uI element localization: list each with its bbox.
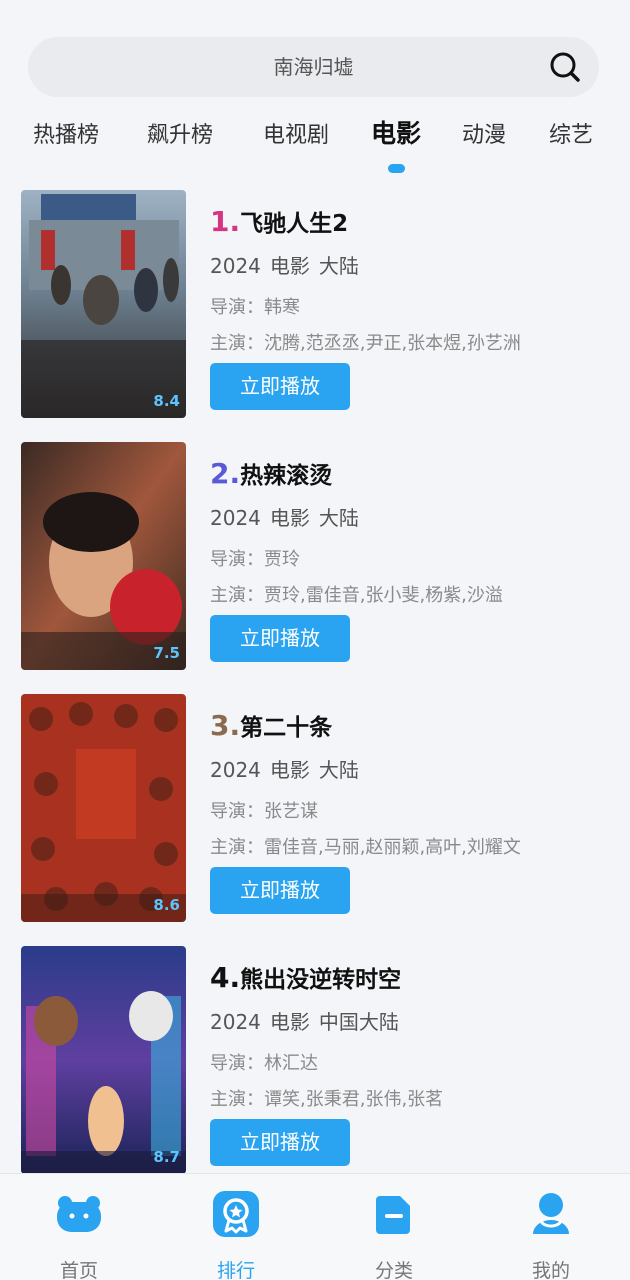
category-tabs: 热播榜 飙升榜 电视剧 电影 动漫 综艺: [0, 118, 630, 178]
nav-ranking[interactable]: 排行: [186, 1190, 286, 1280]
director-name: 韩寒: [264, 297, 300, 318]
bottom-navigation: 首页 排行 分类 我的: [0, 1173, 630, 1280]
director-name: 林汇达: [264, 1053, 318, 1074]
nav-label: 我的: [531, 1260, 570, 1280]
search-bar[interactable]: 南海归墟: [28, 37, 599, 97]
tab-movie[interactable]: 电影: [371, 116, 421, 152]
movie-year: 2024: [210, 1010, 261, 1034]
list-item[interactable]: 8.7 4.熊出没逆转时空 2024 电影 中国大陆 导演：林汇达 主演：谭笑,张秉…: [0, 946, 630, 1174]
movie-director: 导演：林汇达: [210, 1049, 318, 1075]
rank-number: 1.: [210, 205, 241, 238]
cast-label: 主演：: [210, 333, 264, 354]
movie-type: 电影: [269, 758, 310, 782]
cast-label: 主演：: [210, 585, 264, 606]
rank-number: 3.: [210, 709, 241, 742]
movie-meta: 2024 电影 大陆: [210, 250, 368, 279]
movie-poster[interactable]: 8.7: [21, 946, 186, 1174]
movie-region: 中国大陆: [318, 1010, 399, 1034]
play-button[interactable]: 立即播放: [210, 867, 350, 914]
tab-hot[interactable]: 热播榜: [33, 118, 99, 154]
movie-cast: 主演：雷佳音,马丽,赵丽颖,高叶,刘耀文: [210, 833, 521, 859]
list-item[interactable]: 7.5 2.热辣滚烫 2024 电影 大陆 导演：贾玲 主演：贾玲,雷佳音,张小斐,…: [0, 442, 630, 670]
movie-region: 大陆: [318, 254, 359, 278]
movie-type: 电影: [269, 254, 310, 278]
nav-label: 分类: [374, 1260, 413, 1280]
search-icon[interactable]: [549, 51, 581, 83]
movie-meta: 2024 电影 大陆: [210, 502, 368, 531]
movie-type: 电影: [269, 1010, 310, 1034]
category-icon: [376, 1196, 410, 1234]
movie-title[interactable]: 第二十条: [240, 715, 332, 741]
director-name: 张艺谋: [264, 801, 318, 822]
movie-meta: 2024 电影 中国大陆: [210, 1006, 408, 1035]
cast-names: 谭笑,张秉君,张伟,张茗: [264, 1089, 444, 1110]
score-badge: 8.7: [153, 1148, 180, 1166]
list-item[interactable]: 8.6 3.第二十条 2024 电影 大陆 导演：张艺谋 主演：雷佳音,马丽,赵丽颖…: [0, 694, 630, 922]
rank-number: 4.: [210, 961, 241, 994]
play-button[interactable]: 立即播放: [210, 363, 350, 410]
cast-names: 贾玲,雷佳音,张小斐,杨紫,沙溢: [264, 585, 503, 606]
cast-names: 沈腾,范丞丞,尹正,张本煜,孙艺洲: [264, 333, 521, 354]
play-button[interactable]: 立即播放: [210, 1119, 350, 1166]
score-badge: 7.5: [153, 644, 180, 662]
director-label: 导演：: [210, 801, 264, 822]
search-placeholder: 南海归墟: [273, 55, 354, 79]
play-button[interactable]: 立即播放: [210, 615, 350, 662]
rank-title: 4.熊出没逆转时空: [210, 960, 401, 1000]
ranking-badge-icon: [213, 1191, 259, 1237]
poster-image: [21, 946, 186, 1174]
movie-poster[interactable]: 7.5: [21, 442, 186, 670]
nav-label: 首页: [59, 1260, 98, 1280]
movie-director: 导演：张艺谋: [210, 797, 318, 823]
director-label: 导演：: [210, 549, 264, 570]
director-label: 导演：: [210, 1053, 264, 1074]
cast-label: 主演：: [210, 1089, 264, 1110]
movie-poster[interactable]: 8.4: [21, 190, 186, 418]
score-badge: 8.4: [153, 392, 180, 410]
movie-director: 导演：贾玲: [210, 545, 300, 571]
director-name: 贾玲: [264, 549, 300, 570]
movie-cast: 主演：谭笑,张秉君,张伟,张茗: [210, 1085, 443, 1111]
movie-poster[interactable]: 8.6: [21, 694, 186, 922]
movie-year: 2024: [210, 506, 261, 530]
tab-rising[interactable]: 飙升榜: [147, 118, 213, 154]
rank-number: 2.: [210, 457, 241, 490]
poster-image: [21, 190, 186, 418]
movie-type: 电影: [269, 506, 310, 530]
cast-names: 雷佳音,马丽,赵丽颖,高叶,刘耀文: [264, 837, 521, 858]
nav-home[interactable]: 首页: [29, 1190, 129, 1280]
movie-cast: 主演：沈腾,范丞丞,尹正,张本煜,孙艺洲: [210, 329, 521, 355]
movie-region: 大陆: [318, 506, 359, 530]
movie-title[interactable]: 飞驰人生2: [240, 211, 348, 237]
home-bear-icon: [57, 1196, 101, 1232]
list-item[interactable]: 8.4 1.飞驰人生2 2024 电影 大陆 导演：韩寒 主演：沈腾,范丞丞,尹正,…: [0, 190, 630, 418]
tab-variety[interactable]: 综艺: [549, 118, 593, 154]
movie-title[interactable]: 熊出没逆转时空: [240, 967, 401, 993]
profile-icon: [533, 1193, 569, 1234]
active-tab-indicator: [388, 164, 405, 173]
poster-image: [21, 694, 186, 922]
director-label: 导演：: [210, 297, 264, 318]
cast-label: 主演：: [210, 837, 264, 858]
rank-title: 1.飞驰人生2: [210, 204, 348, 244]
movie-region: 大陆: [318, 758, 359, 782]
movie-cast: 主演：贾玲,雷佳音,张小斐,杨紫,沙溢: [210, 581, 503, 607]
tab-anime[interactable]: 动漫: [462, 118, 506, 154]
movie-year: 2024: [210, 254, 261, 278]
nav-label: 排行: [216, 1260, 255, 1280]
nav-category[interactable]: 分类: [344, 1190, 444, 1280]
movie-title[interactable]: 热辣滚烫: [240, 463, 332, 489]
nav-profile[interactable]: 我的: [501, 1190, 601, 1280]
movie-meta: 2024 电影 大陆: [210, 754, 368, 783]
movie-year: 2024: [210, 758, 261, 782]
poster-image: [21, 442, 186, 670]
rank-title: 3.第二十条: [210, 708, 332, 748]
rank-title: 2.热辣滚烫: [210, 456, 332, 496]
movie-director: 导演：韩寒: [210, 293, 300, 319]
tab-tv[interactable]: 电视剧: [263, 118, 329, 154]
score-badge: 8.6: [153, 896, 180, 914]
